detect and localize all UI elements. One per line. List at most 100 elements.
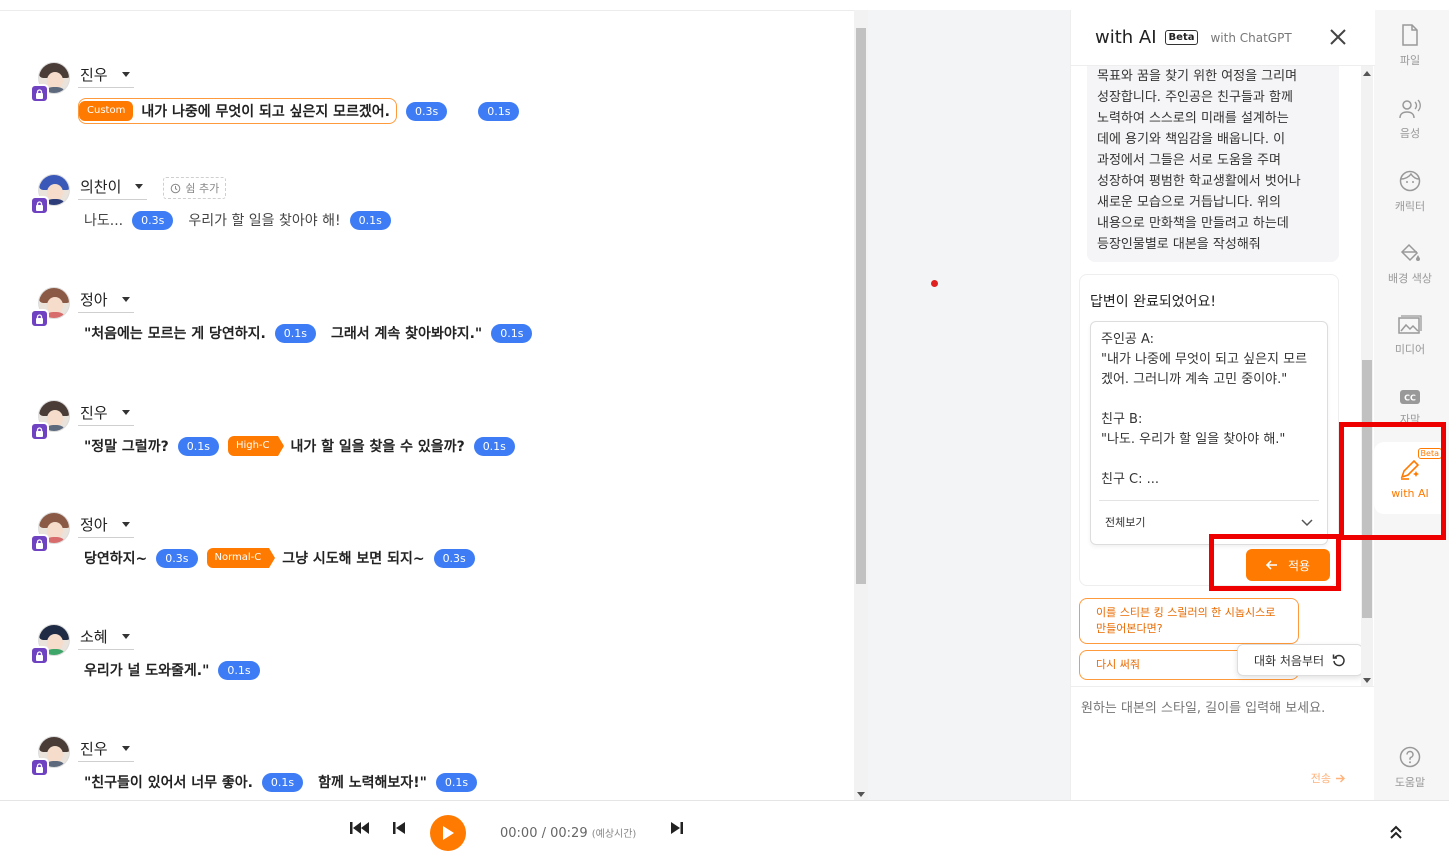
line-text[interactable]: 당연하지~: [84, 548, 147, 568]
line-text[interactable]: 그래서 계속 찾아봐야지.": [331, 323, 482, 343]
speaker-name: 정아: [80, 291, 108, 309]
lock-icon[interactable]: [30, 422, 49, 441]
line-text[interactable]: "처음에는 모르는 게 당연하지.: [84, 323, 266, 343]
speaker-select[interactable]: 진우: [78, 64, 134, 88]
pause-pill[interactable]: 0.1s: [478, 101, 520, 121]
toolbar-item-character[interactable]: 캐릭터: [1374, 162, 1446, 222]
line-text[interactable]: 우리가 널 도와줄게.": [84, 660, 209, 680]
speaker-select[interactable]: 의찬이: [78, 176, 148, 200]
toolbar-item-help[interactable]: 도움말: [1374, 738, 1446, 798]
voice-tag[interactable]: Custom: [79, 101, 134, 121]
speaker-select[interactable]: 정아: [78, 289, 134, 313]
line-text[interactable]: 나도...: [84, 210, 123, 230]
pause-pill[interactable]: 0.3s: [156, 548, 198, 568]
speaker-select[interactable]: 정아: [78, 514, 134, 538]
script-line: 의찬이 쉼 추가 나도... 0.3s 우리가 할 일을 찾아야 해! 0.1s: [0, 174, 854, 264]
user-message-line: 새로운 모습으로 거듭납니다. 위의: [1097, 195, 1281, 210]
line-text[interactable]: "친구들이 있어서 너무 좋아.: [84, 772, 253, 792]
previous-icon[interactable]: [393, 821, 406, 835]
add-rest-button[interactable]: 쉼 추가: [163, 177, 227, 199]
close-icon[interactable]: [1327, 26, 1349, 48]
toolbar-item-file[interactable]: 파일: [1374, 16, 1446, 76]
line-text[interactable]: 함께 노력해보자!": [318, 772, 427, 792]
lock-icon[interactable]: [30, 758, 49, 777]
pause-pill[interactable]: 0.1s: [218, 660, 260, 680]
pause-pill[interactable]: 0.1s: [473, 436, 515, 456]
voice-tag[interactable]: High-C: [227, 436, 284, 456]
script-line: 진우 Custom 내가 나중에 무엇이 되고 싶은지 모르겠어. 0.3s 0…: [0, 62, 854, 152]
arrow-right-icon: [1336, 774, 1345, 782]
lock-icon[interactable]: [30, 196, 49, 215]
user-message-line: 성장합니다. 주인공은 친구들과 함께: [1097, 90, 1293, 105]
image-icon: [1398, 315, 1422, 334]
suggestion-chip[interactable]: 이를 스티븐 킹 스릴러의 한 시놉시스로 만들어본다면?: [1079, 598, 1299, 644]
pause-pill[interactable]: 0.3s: [405, 101, 448, 121]
speaker-select[interactable]: 소혜: [78, 626, 134, 650]
speaker-name: 진우: [80, 740, 108, 758]
cc-icon: CC: [1400, 390, 1420, 404]
add-rest-label: 쉼 추가: [185, 182, 220, 195]
speaker-select[interactable]: 진우: [78, 738, 134, 762]
preview-canvas[interactable]: [868, 10, 1070, 800]
lock-icon[interactable]: [30, 84, 49, 103]
speaker-name: 진우: [80, 404, 108, 422]
speaker-select[interactable]: 진우: [78, 402, 134, 426]
pause-pill[interactable]: 0.1s: [491, 323, 533, 343]
caret-down-icon: [121, 410, 130, 415]
custom-voice-segment[interactable]: Custom 내가 나중에 무엇이 되고 싶은지 모르겠어.: [78, 98, 397, 124]
ai-panel-subtitle: with ChatGPT: [1210, 30, 1292, 45]
scroll-down-arrow-icon[interactable]: [1363, 678, 1371, 683]
editor-scrollbar[interactable]: [854, 10, 868, 800]
toolbar-item-background-color[interactable]: 배경 색상: [1374, 234, 1446, 294]
toolbar-label: 음성: [1399, 127, 1421, 140]
scroll-up-arrow-icon[interactable]: [1363, 71, 1371, 76]
caret-down-icon: [121, 297, 130, 302]
user-message-line: 데에 용기와 책임감을 배웁니다. 이: [1097, 132, 1286, 147]
answer-text: 주인공 A: "내가 나중에 무엇이 되고 싶은지 모르겠어. 그러니까 계속 …: [1101, 332, 1308, 487]
lock-icon[interactable]: [30, 534, 49, 553]
chat-area: 목표와 꿈을 찾기 위한 여정을 그리며 성장합니다. 주인공은 친구들과 함께…: [1071, 66, 1361, 686]
next-icon[interactable]: [670, 821, 683, 835]
highlight-box: [1339, 422, 1446, 540]
prompt-input[interactable]: [1081, 697, 1365, 767]
line-text[interactable]: "정말 그럴까?: [84, 436, 169, 456]
reset-label: 대화 처음부터: [1253, 653, 1325, 668]
play-icon: [443, 826, 454, 840]
script-line: 진우 "정말 그럴까? 0.1s High-C 내가 할 일을 찾을 수 있을까…: [0, 400, 854, 490]
refresh-icon: [1332, 654, 1345, 667]
line-text[interactable]: 우리가 할 일을 찾아야 해!: [188, 210, 340, 230]
pause-pill[interactable]: 0.1s: [435, 772, 478, 792]
pause-pill[interactable]: 0.1s: [274, 323, 317, 343]
line-text[interactable]: 그냥 시도해 보면 되지~: [282, 548, 424, 568]
app-root: 진우 Custom 내가 나중에 무엇이 되고 싶은지 모르겠어. 0.3s 0…: [0, 0, 1449, 856]
script-line: 정아 당연하지~ 0.3s Normal-C 그냥 시도해 보면 되지~ 0.3…: [0, 512, 854, 602]
pause-pill[interactable]: 0.3s: [132, 210, 174, 230]
ai-panel-title: with AI: [1095, 27, 1157, 48]
ai-panel-scrollbar[interactable]: [1361, 66, 1373, 686]
lock-icon[interactable]: [30, 309, 49, 328]
prompt-area: 전송: [1071, 686, 1375, 800]
reset-conversation-button[interactable]: 대화 처음부터: [1237, 644, 1361, 676]
highlight-box: [1209, 534, 1341, 591]
user-message-line: 등장인물별로 대본을 작성해줘: [1097, 237, 1261, 252]
toolbar-item-media[interactable]: 미디어: [1374, 306, 1446, 366]
send-button[interactable]: 전송: [1311, 770, 1345, 786]
user-message: 목표와 꿈을 찾기 위한 여정을 그리며 성장합니다. 주인공은 친구들과 함께…: [1087, 66, 1339, 262]
skip-to-start-icon[interactable]: [350, 821, 370, 835]
speaker-name: 소혜: [80, 628, 108, 646]
editor-scroll-thumb[interactable]: [856, 28, 866, 584]
pause-pill[interactable]: 0.1s: [261, 772, 304, 792]
line-text[interactable]: 내가 할 일을 찾을 수 있을까?: [291, 436, 465, 456]
pause-pill[interactable]: 0.3s: [433, 548, 475, 568]
expand-up-icon[interactable]: [1389, 825, 1403, 839]
lock-icon[interactable]: [30, 646, 49, 665]
line-text[interactable]: 내가 나중에 무엇이 되고 싶은지 모르겠어.: [141, 101, 390, 121]
scroll-down-arrow-icon[interactable]: [857, 792, 865, 797]
toolbar-item-voice[interactable]: 음성: [1374, 90, 1446, 150]
pause-pill[interactable]: 0.1s: [349, 210, 391, 230]
voice-tag[interactable]: Normal-C: [206, 548, 276, 568]
caret-down-icon: [121, 746, 130, 751]
pause-pill[interactable]: 0.1s: [177, 436, 219, 456]
ai-panel-header: with AI Beta with ChatGPT: [1071, 10, 1375, 66]
play-button[interactable]: [430, 815, 466, 851]
